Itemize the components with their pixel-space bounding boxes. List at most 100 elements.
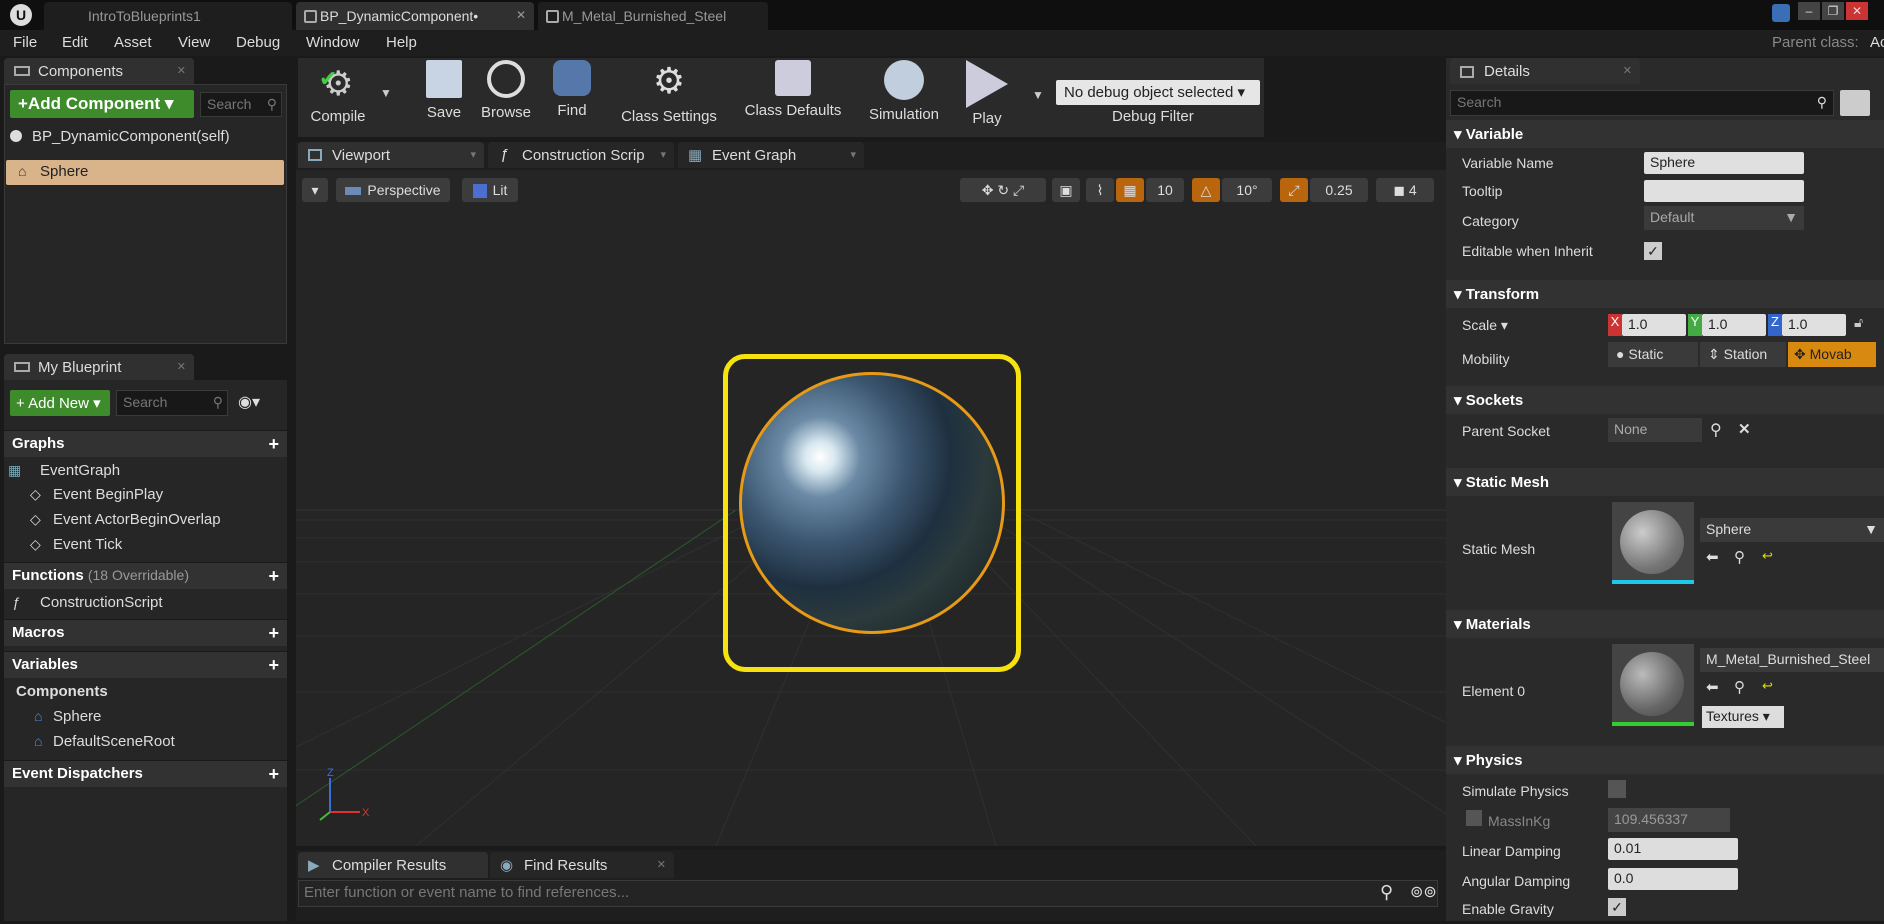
use-selected-arrow-icon[interactable]: ⬅ [1706,548,1719,566]
event-overlap-item[interactable]: Event ActorBeginOverlap [53,507,221,532]
category-select[interactable]: Default ▼ [1644,206,1804,230]
viewport-options-chevron-icon[interactable]: ▾ [302,178,328,202]
add-component-button[interactable]: +Add Component ▾ [10,90,194,118]
scale-snap-toggle-icon[interactable]: ⤢ [1280,178,1308,202]
static-mesh-section[interactable]: ▾ Static Mesh [1446,468,1884,496]
play-button[interactable]: Play [956,60,1018,127]
simulate-physics-checkbox[interactable] [1608,780,1626,798]
mobility-stationary-button[interactable]: ⇕ Station [1700,342,1786,367]
details-tab[interactable]: Details ✕ [1450,58,1640,84]
grid-snap-value[interactable]: 10 [1146,178,1184,202]
close-icon[interactable]: ▾ [470,148,476,161]
view-options-eye-icon[interactable]: ◉▾ [238,392,260,412]
close-icon[interactable]: ✕ [177,64,186,77]
use-selected-arrow-icon[interactable]: ⬅ [1706,678,1719,696]
parent-class-value[interactable]: Ac [1870,34,1884,51]
add-function-icon[interactable]: + [268,566,279,587]
graphs-section[interactable]: Graphs + [4,430,287,457]
construction-script-item[interactable]: ConstructionScript [40,590,163,615]
grid-snap-toggle-icon[interactable]: ▦ [1116,178,1144,202]
lock-icon[interactable]: 🔓︎ [1854,314,1863,331]
materials-section[interactable]: ▾ Materials [1446,610,1884,638]
rotation-snap-value[interactable]: 10° [1222,178,1272,202]
add-variable-icon[interactable]: + [268,655,279,676]
class-settings-button[interactable]: ⚙ Class Settings [614,60,724,125]
variable-root-item[interactable]: DefaultSceneRoot [53,729,175,754]
linear-damping-input[interactable]: 0.01 [1608,838,1738,860]
components-tab[interactable]: Components ✕ [4,58,194,84]
menu-view[interactable]: View [178,34,210,51]
perspective-button[interactable]: Perspective [336,178,450,202]
tab-compiler-results[interactable]: ▶ Compiler Results [298,852,488,878]
play-options-chevron-icon[interactable]: ▼ [1032,88,1044,102]
translate-icon[interactable]: ✥ [982,182,994,198]
close-icon[interactable]: ✕ [516,8,526,22]
camera-speed-button[interactable]: ◼ 4 [1376,178,1434,202]
variable-name-input[interactable]: Sphere [1644,152,1804,174]
close-icon[interactable]: ▾ [850,148,856,161]
close-window-button[interactable]: ✕ [1846,2,1868,20]
my-blueprint-tab[interactable]: My Blueprint ✕ [4,354,194,380]
menu-edit[interactable]: Edit [62,34,88,51]
mobility-static-button[interactable]: ● Static [1608,342,1698,367]
search-icon[interactable]: ⚲ [1734,548,1745,566]
material-thumbnail[interactable] [1612,644,1694,726]
editable-checkbox[interactable]: ✓ [1644,242,1662,260]
menu-asset[interactable]: Asset [114,34,152,51]
minimize-button[interactable]: – [1798,2,1820,20]
close-icon[interactable]: ✕ [177,360,186,373]
scale-icon[interactable]: ⤢ [1013,182,1024,198]
event-graph-item[interactable]: EventGraph [40,458,120,483]
sphere-mesh[interactable] [739,372,1005,634]
component-root[interactable]: BP_DynamicComponent(self) [32,128,230,145]
mobility-movable-button[interactable]: ✥ Movab [1788,342,1876,367]
variable-sphere-item[interactable]: Sphere [53,704,101,729]
event-dispatchers-section[interactable]: Event Dispatchers + [4,760,287,787]
event-beginplay-item[interactable]: Event BeginPlay [53,482,163,507]
physics-section[interactable]: ▾ Physics [1446,746,1884,774]
variables-section[interactable]: Variables + [4,651,287,678]
scale-snap-value[interactable]: 0.25 [1310,178,1368,202]
menu-debug[interactable]: Debug [236,34,280,51]
compile-button[interactable]: ⚙ ✔ Compile [302,60,374,125]
enable-gravity-checkbox[interactable]: ✓ [1608,898,1626,916]
tooltip-input[interactable] [1644,180,1804,202]
search-icon[interactable]: ⚲ [1734,678,1745,696]
textures-dropdown[interactable]: Textures ▾ [1702,706,1784,728]
debug-object-select[interactable]: No debug object selected ▾ [1056,80,1260,105]
add-macro-icon[interactable]: + [268,623,279,644]
find-button[interactable]: Find [544,60,600,119]
components-search-input[interactable]: Search ⚲ [200,92,282,117]
tab-level[interactable]: IntroToBlueprints1 [44,2,292,30]
scale-label[interactable]: Scale ▾ [1462,310,1508,340]
tab-blueprint[interactable]: BP_DynamicComponent• ✕ [296,2,534,30]
reset-icon[interactable]: ↩ [1762,548,1773,564]
scale-y-input[interactable]: 1.0 [1702,314,1766,336]
event-tick-item[interactable]: Event Tick [53,532,122,557]
lit-button[interactable]: Lit [462,178,518,202]
add-graph-icon[interactable]: + [268,434,279,455]
menu-window[interactable]: Window [306,34,359,51]
sockets-section[interactable]: ▾ Sockets [1446,386,1884,414]
mass-override-checkbox[interactable] [1466,810,1482,826]
compile-options-chevron-icon[interactable]: ▼ [380,86,392,100]
rotation-snap-toggle-icon[interactable]: △ [1192,178,1220,202]
close-icon[interactable]: ✕ [657,858,666,871]
surface-snap-icon[interactable]: ⌇ [1086,178,1114,202]
menu-file[interactable]: File [13,34,37,51]
add-new-button[interactable]: + Add New ▾ [10,390,110,416]
transform-mode-group[interactable]: ✥ ↻ ⤢ [960,178,1046,202]
menu-help[interactable]: Help [386,34,417,51]
marketplace-icon[interactable] [1772,4,1790,22]
tab-construction-script[interactable]: ƒ Construction Scrip ▾ [488,142,674,168]
viewport[interactable]: ▾ Perspective Lit ✥ ↻ ⤢ ▣ ⌇ ▦ 10 △ 10° ⤢… [296,170,1446,846]
binoculars-icon[interactable]: ⊚⊚ [1410,882,1437,902]
class-defaults-button[interactable]: Class Defaults [738,60,848,119]
simulation-button[interactable]: Simulation [862,60,946,123]
property-matrix-icon[interactable] [1840,90,1870,116]
functions-section[interactable]: Functions (18 Overridable) + [4,562,287,589]
clear-icon[interactable]: ✕ [1738,420,1751,438]
browse-button[interactable]: Browse [474,60,538,121]
close-icon[interactable]: ▾ [660,148,666,161]
rotate-icon[interactable]: ↻ [997,182,1009,198]
